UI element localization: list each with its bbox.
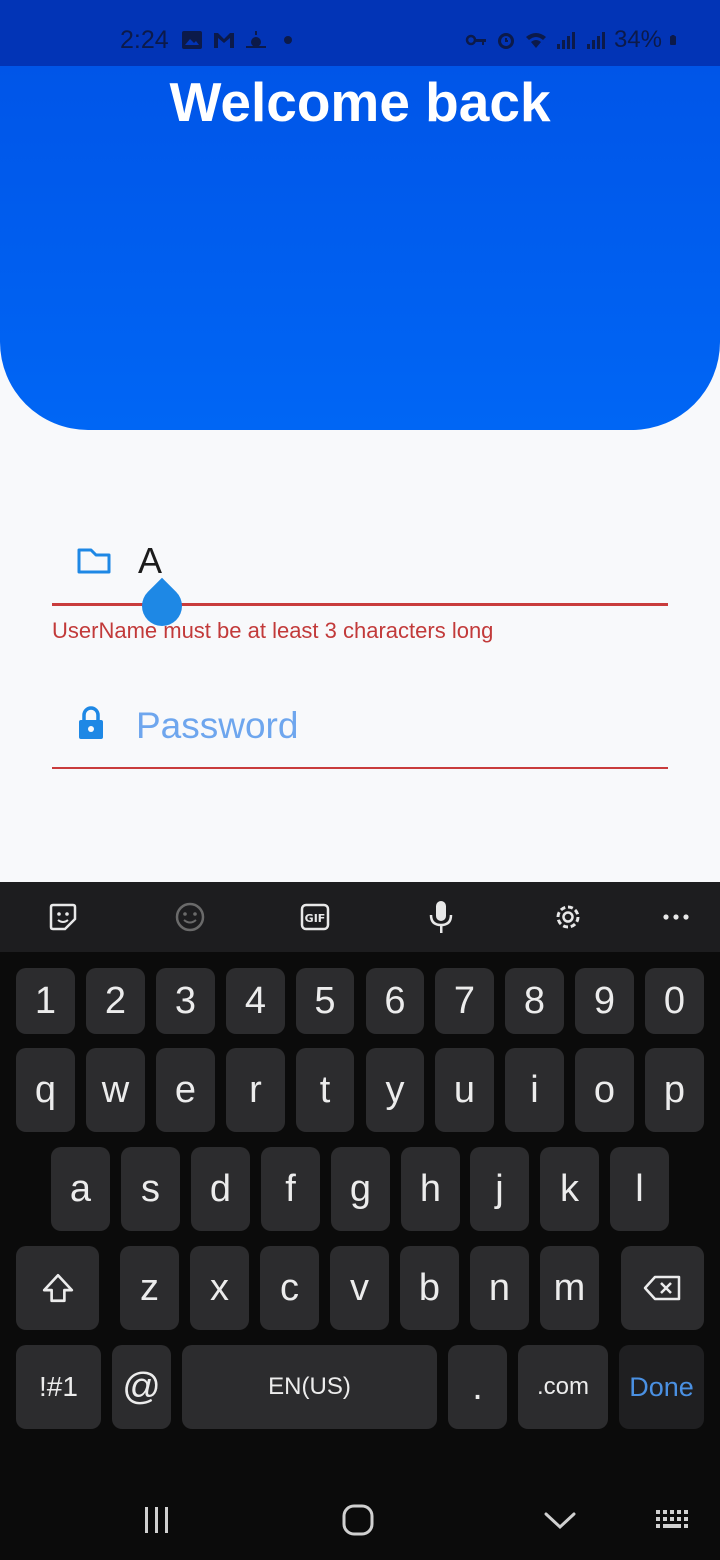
- emoji-icon[interactable]: [169, 896, 211, 938]
- soft-keyboard: GIF 1 2 3 4 5 6 7 8 9 0 q w e r t y u i …: [0, 882, 720, 1560]
- status-notifications: [180, 28, 300, 52]
- done-key[interactable]: Done: [619, 1345, 704, 1429]
- key-j[interactable]: j: [470, 1147, 529, 1231]
- key-y[interactable]: y: [366, 1048, 424, 1132]
- key-7[interactable]: 7: [435, 968, 494, 1034]
- username-value: A: [138, 540, 163, 581]
- key-0[interactable]: 0: [645, 968, 704, 1034]
- key-3[interactable]: 3: [156, 968, 215, 1034]
- key-i[interactable]: i: [505, 1048, 564, 1132]
- gmail-icon: [214, 33, 234, 48]
- key-d[interactable]: d: [191, 1147, 250, 1231]
- gallery-icon: [182, 31, 202, 49]
- key-o[interactable]: o: [575, 1048, 634, 1132]
- lock-icon: [79, 706, 103, 739]
- key-1[interactable]: 1: [16, 968, 75, 1034]
- key-a[interactable]: a: [51, 1147, 110, 1231]
- key-4[interactable]: 4: [226, 968, 285, 1034]
- key-g[interactable]: g: [331, 1147, 390, 1231]
- key-5[interactable]: 5: [296, 968, 354, 1034]
- key-m[interactable]: m: [540, 1246, 599, 1330]
- navigation-bar: [0, 1480, 720, 1560]
- sticker-icon[interactable]: [42, 896, 84, 938]
- period-key[interactable]: .: [448, 1345, 507, 1429]
- gif-icon[interactable]: GIF: [294, 896, 336, 938]
- page-title: Welcome back: [169, 71, 551, 133]
- recent-apps-icon[interactable]: [132, 1498, 182, 1542]
- shift-icon: [42, 1273, 73, 1303]
- key-p[interactable]: p: [645, 1048, 704, 1132]
- alarm-icon: [497, 33, 514, 49]
- battery-percent: 34%: [613, 26, 662, 53]
- password-input[interactable]: [136, 702, 636, 750]
- mic-icon[interactable]: [420, 896, 462, 938]
- key-b[interactable]: b: [400, 1246, 459, 1330]
- keyboard-toolbar: GIF: [0, 882, 720, 952]
- backspace-icon: [643, 1275, 680, 1301]
- back-icon[interactable]: [535, 1498, 585, 1542]
- settings-icon[interactable]: [547, 896, 589, 938]
- key-w[interactable]: w: [86, 1048, 145, 1132]
- keyboard-icon[interactable]: [648, 1498, 698, 1542]
- signal-icon: [556, 32, 575, 49]
- password-field[interactable]: [52, 696, 668, 769]
- key-r[interactable]: r: [226, 1048, 285, 1132]
- key-t[interactable]: t: [296, 1048, 354, 1132]
- key-v[interactable]: v: [330, 1246, 389, 1330]
- username-error: UserName must be at least 3 characters l…: [52, 618, 494, 643]
- status-bar: 2:24 34%: [0, 0, 720, 66]
- key-2[interactable]: 2: [86, 968, 145, 1034]
- more-icon[interactable]: [655, 896, 697, 938]
- key-9[interactable]: 9: [575, 968, 634, 1034]
- dot-icon: [284, 36, 292, 44]
- status-system: 34%: [464, 26, 680, 54]
- vpn-key-icon: [465, 34, 486, 46]
- key-k[interactable]: k: [540, 1147, 599, 1231]
- key-x[interactable]: x: [190, 1246, 249, 1330]
- signal-icon: [586, 32, 605, 49]
- backspace-key[interactable]: [621, 1246, 704, 1330]
- key-n[interactable]: n: [470, 1246, 529, 1330]
- key-e[interactable]: e: [156, 1048, 215, 1132]
- key-u[interactable]: u: [435, 1048, 494, 1132]
- at-key[interactable]: @: [112, 1345, 171, 1429]
- key-c[interactable]: c: [260, 1246, 319, 1330]
- key-s[interactable]: s: [121, 1147, 180, 1231]
- shift-key[interactable]: [16, 1246, 99, 1330]
- folder-icon: [77, 548, 111, 574]
- key-h[interactable]: h: [401, 1147, 460, 1231]
- key-q[interactable]: q: [16, 1048, 75, 1132]
- dotcom-key[interactable]: .com: [518, 1345, 608, 1429]
- wifi-icon: [525, 33, 546, 48]
- home-icon[interactable]: [333, 1498, 383, 1542]
- key-f[interactable]: f: [261, 1147, 320, 1231]
- key-l[interactable]: l: [610, 1147, 669, 1231]
- status-time: 2:24: [120, 26, 169, 54]
- svg-text:GIF: GIF: [305, 912, 326, 925]
- symbols-key[interactable]: !#1: [16, 1345, 101, 1429]
- header-banner: Welcome back: [0, 66, 720, 430]
- space-key[interactable]: EN(US): [182, 1345, 437, 1429]
- battery-icon: [670, 35, 676, 45]
- key-8[interactable]: 8: [505, 968, 564, 1034]
- weather-icon: [246, 31, 266, 48]
- key-6[interactable]: 6: [366, 968, 424, 1034]
- key-z[interactable]: z: [120, 1246, 179, 1330]
